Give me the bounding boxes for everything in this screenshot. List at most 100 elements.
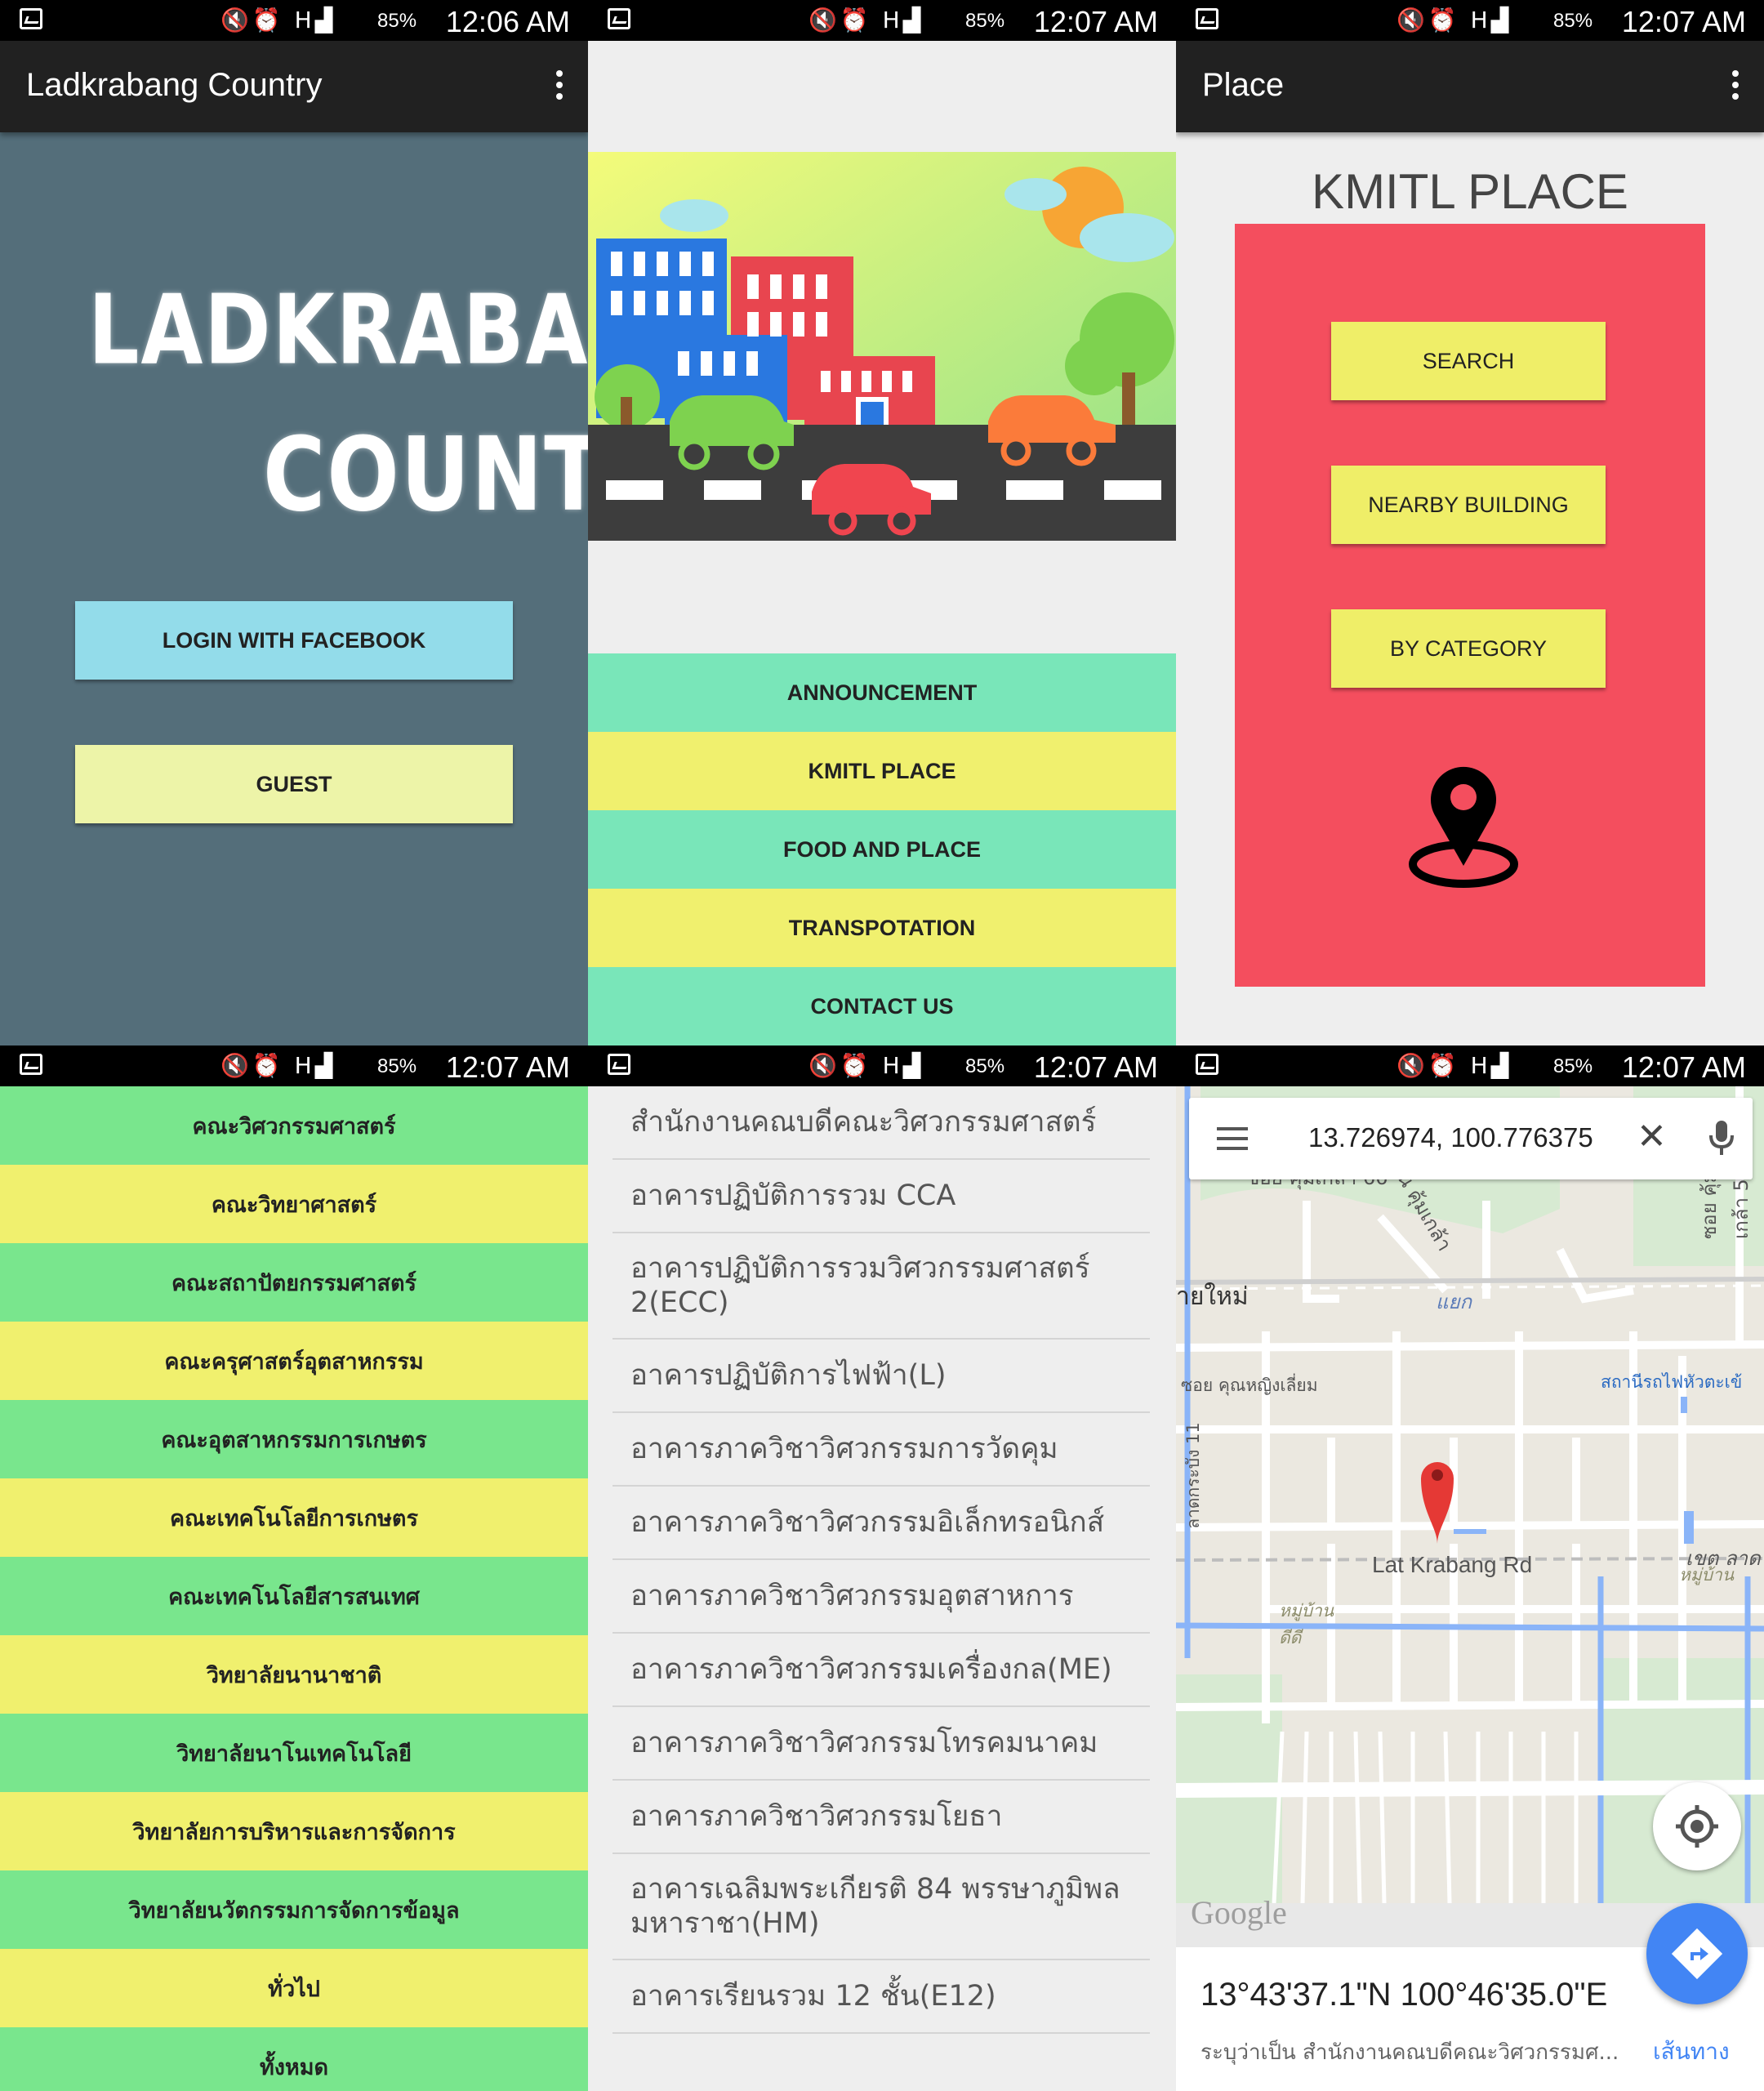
category-item[interactable]: วิทยาลัยการบริหารและการจัดการ	[0, 1792, 588, 1870]
building-list-item[interactable]: อาคารปฏิบัติการรวมวิศวกรรมศาสตร์ 2(ECC)	[612, 1233, 1150, 1340]
menu-item-announcement[interactable]: ANNOUNCEMENT	[588, 653, 1176, 732]
clock: 12:07 AM	[1033, 1050, 1158, 1084]
map-search-bar: ✕	[1189, 1098, 1753, 1179]
category-item[interactable]: คณะวิศวกรรมศาสตร์	[0, 1086, 588, 1165]
category-item[interactable]: ทั่วไป	[0, 1949, 588, 2027]
menu-item-kmitl-place[interactable]: KMITL PLACE	[588, 732, 1176, 810]
building-list-screen: 🔇⏰ H▟ 85% 12:07 AM สำนักงานคณบดีคณะวิศวก…	[588, 1046, 1176, 2091]
directions-icon	[1671, 1928, 1723, 1980]
status-bar: 🔇⏰ H▟ 85% 12:07 AM	[1176, 1046, 1764, 1086]
overflow-menu-icon[interactable]	[1731, 70, 1740, 103]
battery-level: 85%	[1553, 1055, 1593, 1077]
overflow-menu-icon[interactable]	[555, 70, 564, 103]
building-list-item[interactable]: อาคารภาควิชาวิศวกรรมการวัดคุม	[612, 1413, 1150, 1487]
clock: 12:07 AM	[1621, 5, 1746, 38]
city-illustration	[588, 152, 1176, 541]
map-label: ายใหม่	[1176, 1282, 1249, 1311]
login-facebook-button[interactable]: LOGIN WITH FACEBOOK	[75, 601, 513, 680]
status-icons: 🔇⏰ H▟	[1396, 1052, 1512, 1079]
map-label: หมู่บ้าน	[1679, 1565, 1735, 1585]
battery-level: 85%	[965, 1055, 1005, 1077]
gallery-notification-icon	[608, 1054, 630, 1075]
gallery-notification-icon	[608, 8, 630, 29]
status-bar: 🔇⏰ H▟ 85% 12:06 AM	[0, 0, 588, 41]
battery-level: 85%	[1553, 10, 1593, 32]
map-label: ซอย คุณหญิงเลี่ยม	[1181, 1375, 1318, 1395]
place-screen: 🔇⏰ H▟ 85% 12:07 AM Place KMITL PLACE SEA…	[1176, 0, 1764, 1046]
category-item[interactable]: วิทยาลัยนาโนเทคโนโลยี	[0, 1714, 588, 1792]
gallery-notification-icon	[20, 1054, 42, 1075]
map-pin-icon	[1409, 766, 1518, 888]
screen-title: Place	[1202, 67, 1285, 103]
category-item[interactable]: คณะวิทยาศาสตร์	[0, 1165, 588, 1243]
status-icons: 🔇⏰ H▟	[808, 7, 924, 33]
status-bar: 🔇⏰ H▟ 85% 12:07 AM	[1176, 0, 1764, 41]
gallery-notification-icon	[1196, 1054, 1218, 1075]
clock: 12:06 AM	[445, 5, 570, 38]
menu-item-transpotation[interactable]: TRANSPOTATION	[588, 889, 1176, 967]
building-list-item[interactable]: อาคารปฏิบัติการไฟฟ้า(L)	[612, 1340, 1150, 1413]
app-title: Ladkrabang Country	[26, 67, 323, 103]
building-list-item[interactable]: อาคารเฉลิมพระเกียรติ 84 พรรษาภูมิพล มหาร…	[612, 1854, 1150, 1960]
dms-coordinates: 13°43'37.1"N 100°46'35.0"E	[1200, 1977, 1608, 2013]
main-menu-screen: 🔇⏰ H▟ 85% 12:07 AM ANNOUNCEMENT KMITL PL…	[588, 0, 1176, 1046]
battery-level: 85%	[377, 10, 417, 32]
gallery-notification-icon	[20, 8, 42, 29]
status-bar: 🔇⏰ H▟ 85% 12:07 AM	[588, 1046, 1176, 1086]
app-bar: Ladkrabang Country	[0, 41, 588, 132]
category-item[interactable]: คณะครุศาสตร์อุตสาหกรรม	[0, 1322, 588, 1400]
battery-level: 85%	[377, 1055, 417, 1077]
microphone-icon[interactable]	[1705, 1117, 1738, 1160]
category-list-screen: 🔇⏰ H▟ 85% 12:07 AM คณะวิศวกรรมศาสตร์ คณะว…	[0, 1046, 588, 2091]
clock: 12:07 AM	[1621, 1050, 1746, 1084]
building-list-item[interactable]: อาคารภาควิชาวิศวกรรมเครื่องกล(ME)	[612, 1634, 1150, 1707]
search-button[interactable]: SEARCH	[1331, 322, 1606, 400]
logo-line-2: COUNTRY	[263, 414, 588, 535]
directions-label[interactable]: เส้นทาง	[1653, 2034, 1730, 2070]
guest-button[interactable]: GUEST	[75, 745, 513, 823]
map-label: หมู่บ้าน ดีดี	[1279, 1601, 1334, 1647]
building-list-item[interactable]: สำนักงานคณบดีคณะวิศวกรรมศาสตร์	[612, 1086, 1150, 1160]
status-icons: 🔇⏰ H▟	[220, 7, 336, 33]
logo-line-1: LADKRABANG	[88, 274, 588, 387]
battery-level: 85%	[965, 10, 1005, 32]
menu-item-contact-us[interactable]: CONTACT US	[588, 967, 1176, 1046]
app-bar: Place	[1176, 41, 1764, 132]
map-label: Lat Krabang Rd	[1372, 1552, 1533, 1577]
building-list-item[interactable]: อาคารปฏิบัติการรวม CCA	[612, 1160, 1150, 1233]
menu-item-food-and-place[interactable]: FOOD AND PLACE	[588, 810, 1176, 889]
close-icon[interactable]: ✕	[1637, 1116, 1667, 1157]
map-label: สถานีรถไฟหัวตะเข้	[1601, 1372, 1743, 1392]
category-item[interactable]: วิทยาลัยนวัตกรรมการจัดการข้อมูล	[0, 1870, 588, 1949]
place-panel: SEARCH NEARBY BUILDING BY CATEGORY	[1235, 224, 1705, 987]
google-logo: Google	[1191, 1894, 1287, 1931]
nearby-building-button[interactable]: NEARBY BUILDING	[1331, 466, 1606, 544]
building-list-item[interactable]: อาคารภาควิชาวิศวกรรมอุตสาหการ	[612, 1560, 1150, 1634]
place-heading: KMITL PLACE	[1312, 164, 1628, 219]
status-bar: 🔇⏰ H▟ 85% 12:07 AM	[0, 1046, 588, 1086]
building-list-item[interactable]: อาคารภาควิชาวิศวกรรมอิเล็กทรอนิกส์	[612, 1487, 1150, 1560]
status-icons: 🔇⏰ H▟	[808, 1052, 924, 1079]
category-item[interactable]: วิทยาลัยนานาชาติ	[0, 1635, 588, 1714]
gallery-notification-icon	[1196, 8, 1218, 29]
category-item[interactable]: คณะเทคโนโลยีการเกษตร	[0, 1478, 588, 1557]
building-list-item[interactable]: อาคารภาควิชาวิศวกรรมโทรคมนาคม	[612, 1707, 1150, 1781]
by-category-button[interactable]: BY CATEGORY	[1331, 609, 1606, 688]
building-list-item[interactable]: อาคารภาควิชาวิศวกรรมโยธา	[612, 1781, 1150, 1854]
building-list-item[interactable]: อาคารเรียนรวม 12 ชั้น(E12)	[612, 1960, 1150, 2034]
status-bar: 🔇⏰ H▟ 85% 12:07 AM	[588, 0, 1176, 41]
coordinates-search-input[interactable]	[1308, 1122, 1619, 1153]
directions-button[interactable]	[1646, 1903, 1748, 2004]
map-view[interactable]	[1176, 1086, 1764, 1903]
nearby-place-text: ระบุว่าเป็น สำนักงานคณบดีคณะวิศวกรรมศ...	[1200, 2040, 1619, 2065]
category-item[interactable]: คณะสถาปัตยกรรมศาสตร์	[0, 1243, 588, 1322]
category-item[interactable]: คณะอุตสาหกรรมการเกษตร	[0, 1400, 588, 1478]
status-icons: 🔇⏰ H▟	[220, 1052, 336, 1079]
category-item[interactable]: ทั้งหมด	[0, 2027, 588, 2091]
map-label: แยก	[1436, 1291, 1472, 1313]
my-location-button[interactable]	[1653, 1782, 1741, 1870]
menu-icon[interactable]	[1217, 1127, 1248, 1157]
login-screen: 🔇⏰ H▟ 85% 12:06 AM Ladkrabang Country LA…	[0, 0, 588, 1046]
category-item[interactable]: คณะเทคโนโลยีสารสนเทศ	[0, 1557, 588, 1635]
map-label: ลาดกระบัง 11	[1183, 1422, 1203, 1529]
